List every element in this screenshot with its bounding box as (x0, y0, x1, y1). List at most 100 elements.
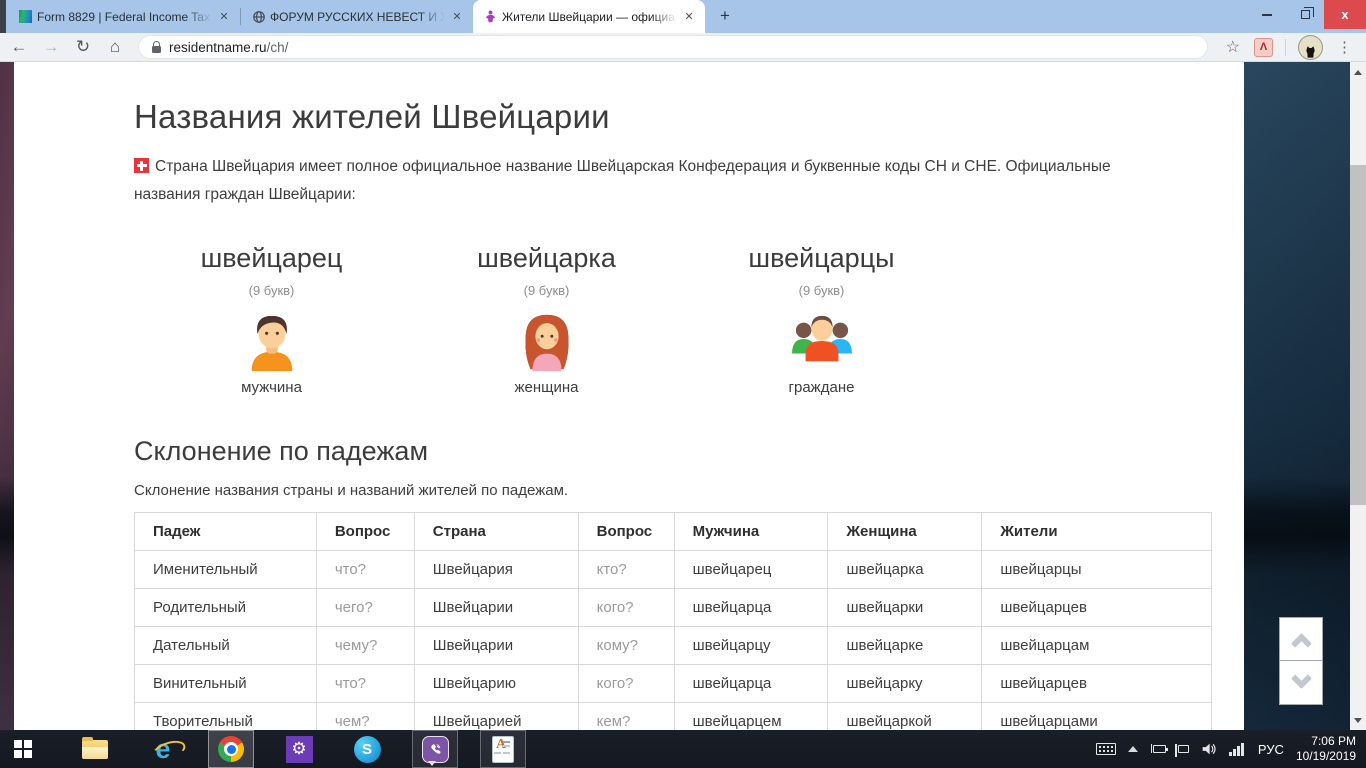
start-button[interactable] (0, 730, 46, 768)
internet-explorer-button[interactable]: e (140, 730, 186, 768)
table-cell: швейцарцев (982, 589, 1212, 627)
table-cell: что? (316, 551, 414, 589)
viber-icon (422, 736, 449, 763)
tab-form-8829[interactable]: Form 8829 | Federal Income Tax C ✕ (8, 0, 240, 33)
battery-icon[interactable] (1144, 730, 1172, 768)
flag-icon[interactable] (1172, 730, 1195, 768)
table-cell: Дательный (135, 627, 317, 665)
url-path: /ch/ (267, 40, 289, 55)
network-signal-icon[interactable] (1223, 730, 1250, 768)
section-heading: Склонение по падежам (134, 436, 1210, 467)
url-domain: residentname.ru (169, 40, 267, 55)
table-cell: швейцарцы (982, 551, 1212, 589)
clock-date: 10/19/2019 (1296, 749, 1356, 763)
windows-taskbar: e ⚙ S A РУС 7:06 PM 10/19/2019 (0, 730, 1366, 768)
scrollbar-up-arrow[interactable] (1350, 64, 1366, 80)
skype-icon: S (354, 736, 381, 763)
chevron-down-icon (1290, 668, 1311, 689)
letter-count: (9 букв) (134, 283, 409, 298)
table-cell: кого? (578, 665, 674, 703)
table-cell: швейцарцами (982, 703, 1212, 731)
table-cell: Швейцарии (414, 627, 578, 665)
language-indicator[interactable]: РУС (1250, 742, 1292, 757)
table-cell: чем? (316, 703, 414, 731)
scroll-down-button[interactable] (1279, 661, 1323, 705)
close-window-button[interactable]: x (1324, 0, 1366, 29)
table-cell: швейцарец (674, 551, 828, 589)
home-button[interactable]: ⌂ (102, 34, 128, 60)
close-icon[interactable]: ✕ (681, 9, 697, 25)
url-text[interactable]: residentname.ru/ch/ (169, 40, 288, 55)
table-cell: швейцарки (828, 589, 982, 627)
table-cell: швейцарца (674, 589, 828, 627)
menu-dots-icon[interactable]: ⋮ (1329, 38, 1360, 56)
table-cell: кому? (578, 627, 674, 665)
clock-time: 7:06 PM (1311, 734, 1356, 748)
window-frame-edge (0, 0, 6, 33)
table-row: Родительныйчего?Швейцариикого?швейцарцаш… (135, 589, 1212, 627)
page-scroll-widget (1279, 617, 1323, 705)
tab-title: Жители Швейцарии — официа (502, 10, 677, 24)
word-female: швейцарка (409, 243, 684, 274)
minimize-button[interactable] (1248, 0, 1286, 29)
word-plural: швейцарцы (684, 243, 959, 274)
table-cell: Родительный (135, 589, 317, 627)
gear-icon: ⚙ (286, 736, 313, 763)
table-cell: Швейцарии (414, 589, 578, 627)
column-header: Вопрос (316, 513, 414, 551)
tab-residents-switzerland[interactable]: Жители Швейцарии — официа ✕ (473, 0, 705, 33)
toolbar-divider (1285, 39, 1286, 56)
letter-count: (9 букв) (409, 283, 684, 298)
chevron-up-icon (1290, 632, 1311, 653)
address-bar[interactable]: residentname.ru/ch/ (138, 35, 1208, 59)
forward-button[interactable]: → (38, 34, 64, 60)
lock-icon[interactable] (152, 46, 161, 53)
internet-explorer-icon: e (155, 736, 170, 763)
word-male: швейцарец (134, 243, 409, 274)
section-subtitle: Склонение названия страны и названий жит… (134, 482, 1210, 499)
scroll-up-button[interactable] (1279, 617, 1323, 661)
table-cell: что? (316, 665, 414, 703)
settings-button[interactable]: ⚙ (276, 730, 322, 768)
speaker-icon[interactable] (1195, 730, 1223, 768)
close-icon[interactable]: ✕ (216, 9, 232, 25)
word-card-label: женщина (409, 379, 684, 396)
table-cell: Творительный (135, 703, 317, 731)
back-button[interactable]: ← (6, 34, 32, 60)
tab-forum[interactable]: ФОРУМ РУССКИХ НЕВЕСТ И ЖЕ ✕ (241, 0, 473, 33)
close-icon[interactable]: ✕ (449, 9, 465, 25)
wordpad-taskbar-button[interactable]: A (480, 730, 526, 768)
new-tab-button[interactable]: + (711, 2, 739, 30)
table-cell: швейцарке (828, 627, 982, 665)
table-cell: Швейцарией (414, 703, 578, 731)
intro-text: Страна Швейцария имеет полное официально… (134, 158, 1111, 203)
word-card-label: мужчина (134, 379, 409, 396)
system-tray: РУС 7:06 PM 10/19/2019 (1090, 730, 1366, 768)
resident-word-cards: швейцарец (9 букв) мужчина шв (134, 243, 1210, 396)
table-row: Творительныйчем?Швейцариейкем?швейцарцем… (135, 703, 1212, 731)
chrome-icon (218, 736, 244, 762)
skype-button[interactable]: S (344, 730, 390, 768)
scrollbar-down-arrow[interactable] (1350, 712, 1366, 728)
table-cell: швейцарцу (674, 627, 828, 665)
scrollbar-thumb[interactable] (1350, 165, 1366, 505)
chrome-taskbar-button[interactable] (208, 730, 254, 768)
clock[interactable]: 7:06 PM 10/19/2019 (1292, 734, 1366, 764)
bookmark-star-icon[interactable]: ☆ (1218, 37, 1248, 57)
globe-favicon (251, 9, 266, 24)
adobe-extension-icon[interactable]: Λ (1254, 38, 1273, 57)
browser-scrollbar[interactable] (1350, 62, 1366, 730)
hidden-icons-chevron[interactable] (1122, 730, 1144, 768)
letter-count: (9 букв) (684, 283, 959, 298)
reload-button[interactable]: ↻ (70, 34, 96, 60)
table-cell: швейцаркой (828, 703, 982, 731)
tab-title: ФОРУМ РУССКИХ НЕВЕСТ И ЖЕ (270, 10, 445, 24)
column-header: Мужчина (674, 513, 828, 551)
touch-keyboard-icon[interactable] (1090, 730, 1122, 768)
viber-taskbar-button[interactable] (412, 730, 458, 768)
column-header: Женщина (828, 513, 982, 551)
file-explorer-button[interactable] (72, 730, 118, 768)
profile-avatar[interactable] (1298, 35, 1323, 60)
table-cell: Швейцария (414, 551, 578, 589)
restore-button[interactable] (1286, 0, 1324, 29)
